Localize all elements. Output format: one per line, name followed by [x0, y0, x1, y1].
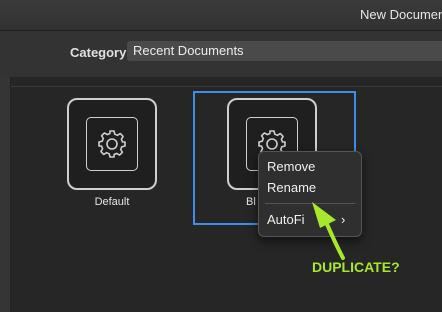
duplicate-annotation: DUPLICATE?	[312, 259, 400, 275]
